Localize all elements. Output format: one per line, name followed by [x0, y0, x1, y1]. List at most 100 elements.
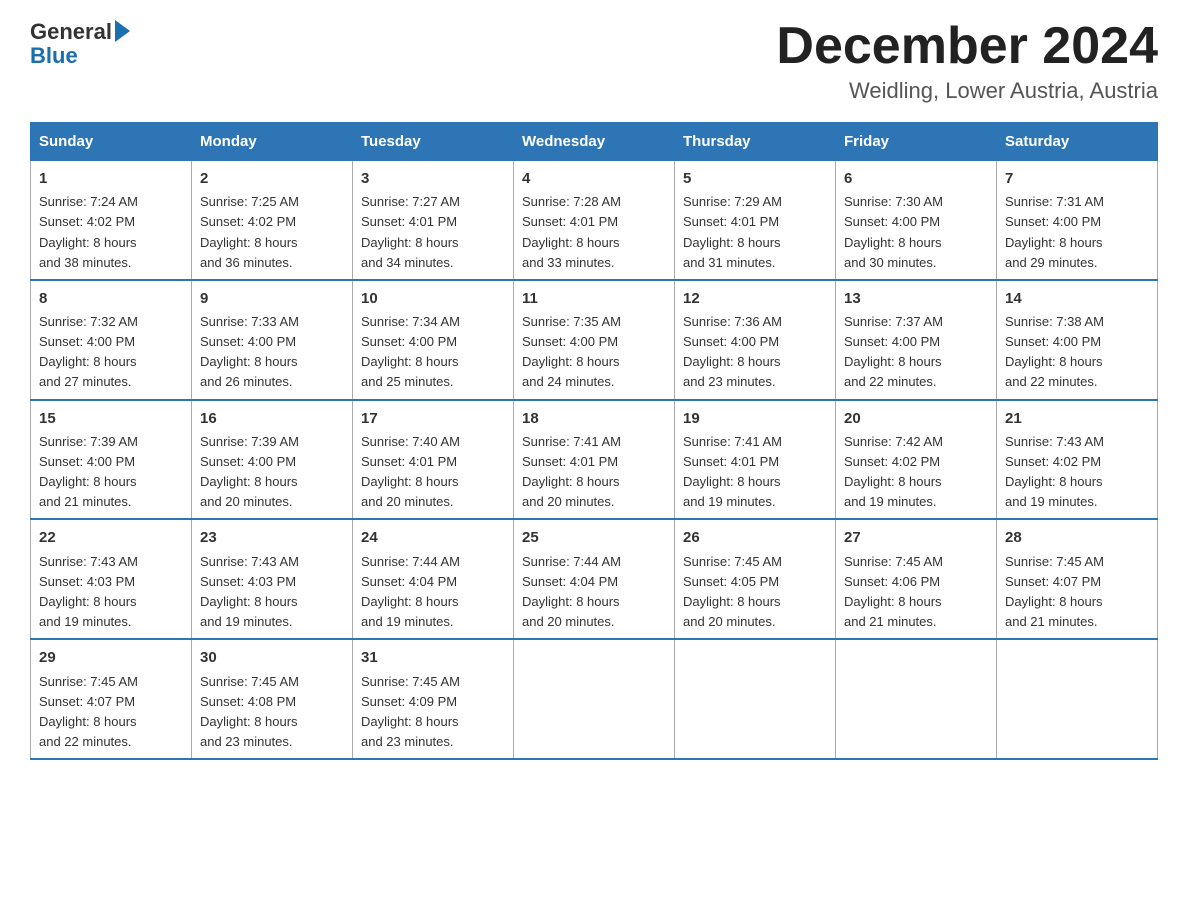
daylight-minutes-value: and 22 minutes. [1005, 374, 1098, 389]
sunset-value: Sunset: 4:03 PM [39, 574, 135, 589]
sunrise-value: Sunrise: 7:39 AM [39, 434, 138, 449]
sunset-value: Sunset: 4:02 PM [844, 454, 940, 469]
location-subtitle: Weidling, Lower Austria, Austria [776, 78, 1158, 104]
title-block: December 2024 Weidling, Lower Austria, A… [776, 20, 1158, 104]
daylight-value: Daylight: 8 hours [39, 354, 137, 369]
daylight-minutes-value: and 30 minutes. [844, 255, 937, 270]
sunset-value: Sunset: 4:00 PM [361, 334, 457, 349]
calendar-header-row: Sunday Monday Tuesday Wednesday Thursday… [31, 123, 1158, 161]
sunset-value: Sunset: 4:04 PM [361, 574, 457, 589]
day-number: 17 [361, 407, 505, 430]
daylight-value: Daylight: 8 hours [844, 354, 942, 369]
sunrise-value: Sunrise: 7:36 AM [683, 314, 782, 329]
sunset-value: Sunset: 4:00 PM [39, 334, 135, 349]
daylight-minutes-value: and 29 minutes. [1005, 255, 1098, 270]
table-row: 17 Sunrise: 7:40 AM Sunset: 4:01 PM Dayl… [353, 400, 514, 520]
sunrise-value: Sunrise: 7:37 AM [844, 314, 943, 329]
daylight-value: Daylight: 8 hours [844, 235, 942, 250]
sunrise-value: Sunrise: 7:45 AM [1005, 554, 1104, 569]
sunset-value: Sunset: 4:00 PM [844, 334, 940, 349]
day-number: 26 [683, 526, 827, 549]
sunrise-value: Sunrise: 7:34 AM [361, 314, 460, 329]
daylight-minutes-value: and 22 minutes. [39, 734, 132, 749]
table-row: 26 Sunrise: 7:45 AM Sunset: 4:05 PM Dayl… [675, 519, 836, 639]
sunset-value: Sunset: 4:08 PM [200, 694, 296, 709]
sunrise-value: Sunrise: 7:45 AM [200, 674, 299, 689]
sunset-value: Sunset: 4:01 PM [683, 454, 779, 469]
col-saturday: Saturday [997, 123, 1158, 161]
table-row: 5 Sunrise: 7:29 AM Sunset: 4:01 PM Dayli… [675, 161, 836, 280]
day-number: 10 [361, 287, 505, 310]
day-number: 13 [844, 287, 988, 310]
table-row: 1 Sunrise: 7:24 AM Sunset: 4:02 PM Dayli… [31, 161, 192, 280]
sunset-value: Sunset: 4:02 PM [1005, 454, 1101, 469]
daylight-minutes-value: and 33 minutes. [522, 255, 615, 270]
table-row [675, 639, 836, 759]
col-wednesday: Wednesday [514, 123, 675, 161]
sunrise-value: Sunrise: 7:24 AM [39, 194, 138, 209]
daylight-minutes-value: and 19 minutes. [1005, 494, 1098, 509]
daylight-minutes-value: and 27 minutes. [39, 374, 132, 389]
daylight-minutes-value: and 31 minutes. [683, 255, 776, 270]
day-number: 29 [39, 646, 183, 669]
daylight-value: Daylight: 8 hours [200, 235, 298, 250]
day-number: 14 [1005, 287, 1149, 310]
daylight-value: Daylight: 8 hours [361, 354, 459, 369]
table-row: 14 Sunrise: 7:38 AM Sunset: 4:00 PM Dayl… [997, 280, 1158, 400]
day-number: 24 [361, 526, 505, 549]
table-row: 16 Sunrise: 7:39 AM Sunset: 4:00 PM Dayl… [192, 400, 353, 520]
daylight-minutes-value: and 19 minutes. [361, 614, 454, 629]
daylight-minutes-value: and 23 minutes. [683, 374, 776, 389]
daylight-value: Daylight: 8 hours [1005, 474, 1103, 489]
daylight-minutes-value: and 24 minutes. [522, 374, 615, 389]
daylight-value: Daylight: 8 hours [200, 354, 298, 369]
day-number: 28 [1005, 526, 1149, 549]
table-row: 19 Sunrise: 7:41 AM Sunset: 4:01 PM Dayl… [675, 400, 836, 520]
table-row: 2 Sunrise: 7:25 AM Sunset: 4:02 PM Dayli… [192, 161, 353, 280]
daylight-value: Daylight: 8 hours [522, 594, 620, 609]
daylight-minutes-value: and 20 minutes. [361, 494, 454, 509]
sunset-value: Sunset: 4:01 PM [522, 214, 618, 229]
day-number: 23 [200, 526, 344, 549]
day-number: 16 [200, 407, 344, 430]
daylight-value: Daylight: 8 hours [361, 235, 459, 250]
table-row: 7 Sunrise: 7:31 AM Sunset: 4:00 PM Dayli… [997, 161, 1158, 280]
daylight-value: Daylight: 8 hours [200, 714, 298, 729]
day-number: 30 [200, 646, 344, 669]
daylight-minutes-value: and 20 minutes. [683, 614, 776, 629]
sunrise-value: Sunrise: 7:44 AM [522, 554, 621, 569]
daylight-minutes-value: and 38 minutes. [39, 255, 132, 270]
day-number: 22 [39, 526, 183, 549]
table-row: 20 Sunrise: 7:42 AM Sunset: 4:02 PM Dayl… [836, 400, 997, 520]
daylight-minutes-value: and 22 minutes. [844, 374, 937, 389]
sunrise-value: Sunrise: 7:43 AM [39, 554, 138, 569]
daylight-value: Daylight: 8 hours [39, 235, 137, 250]
daylight-minutes-value: and 23 minutes. [361, 734, 454, 749]
daylight-value: Daylight: 8 hours [1005, 354, 1103, 369]
sunrise-value: Sunrise: 7:44 AM [361, 554, 460, 569]
daylight-value: Daylight: 8 hours [522, 354, 620, 369]
sunrise-value: Sunrise: 7:31 AM [1005, 194, 1104, 209]
table-row: 30 Sunrise: 7:45 AM Sunset: 4:08 PM Dayl… [192, 639, 353, 759]
daylight-value: Daylight: 8 hours [1005, 594, 1103, 609]
daylight-value: Daylight: 8 hours [522, 474, 620, 489]
table-row: 31 Sunrise: 7:45 AM Sunset: 4:09 PM Dayl… [353, 639, 514, 759]
daylight-value: Daylight: 8 hours [1005, 235, 1103, 250]
sunset-value: Sunset: 4:00 PM [200, 454, 296, 469]
table-row [997, 639, 1158, 759]
table-row: 29 Sunrise: 7:45 AM Sunset: 4:07 PM Dayl… [31, 639, 192, 759]
table-row: 12 Sunrise: 7:36 AM Sunset: 4:00 PM Dayl… [675, 280, 836, 400]
table-row [836, 639, 997, 759]
day-number: 2 [200, 167, 344, 190]
daylight-minutes-value: and 21 minutes. [39, 494, 132, 509]
sunrise-value: Sunrise: 7:45 AM [683, 554, 782, 569]
daylight-minutes-value: and 21 minutes. [1005, 614, 1098, 629]
col-monday: Monday [192, 123, 353, 161]
sunrise-value: Sunrise: 7:41 AM [683, 434, 782, 449]
table-row: 18 Sunrise: 7:41 AM Sunset: 4:01 PM Dayl… [514, 400, 675, 520]
sunset-value: Sunset: 4:07 PM [39, 694, 135, 709]
sunrise-value: Sunrise: 7:42 AM [844, 434, 943, 449]
table-row: 3 Sunrise: 7:27 AM Sunset: 4:01 PM Dayli… [353, 161, 514, 280]
sunrise-value: Sunrise: 7:30 AM [844, 194, 943, 209]
table-row: 11 Sunrise: 7:35 AM Sunset: 4:00 PM Dayl… [514, 280, 675, 400]
